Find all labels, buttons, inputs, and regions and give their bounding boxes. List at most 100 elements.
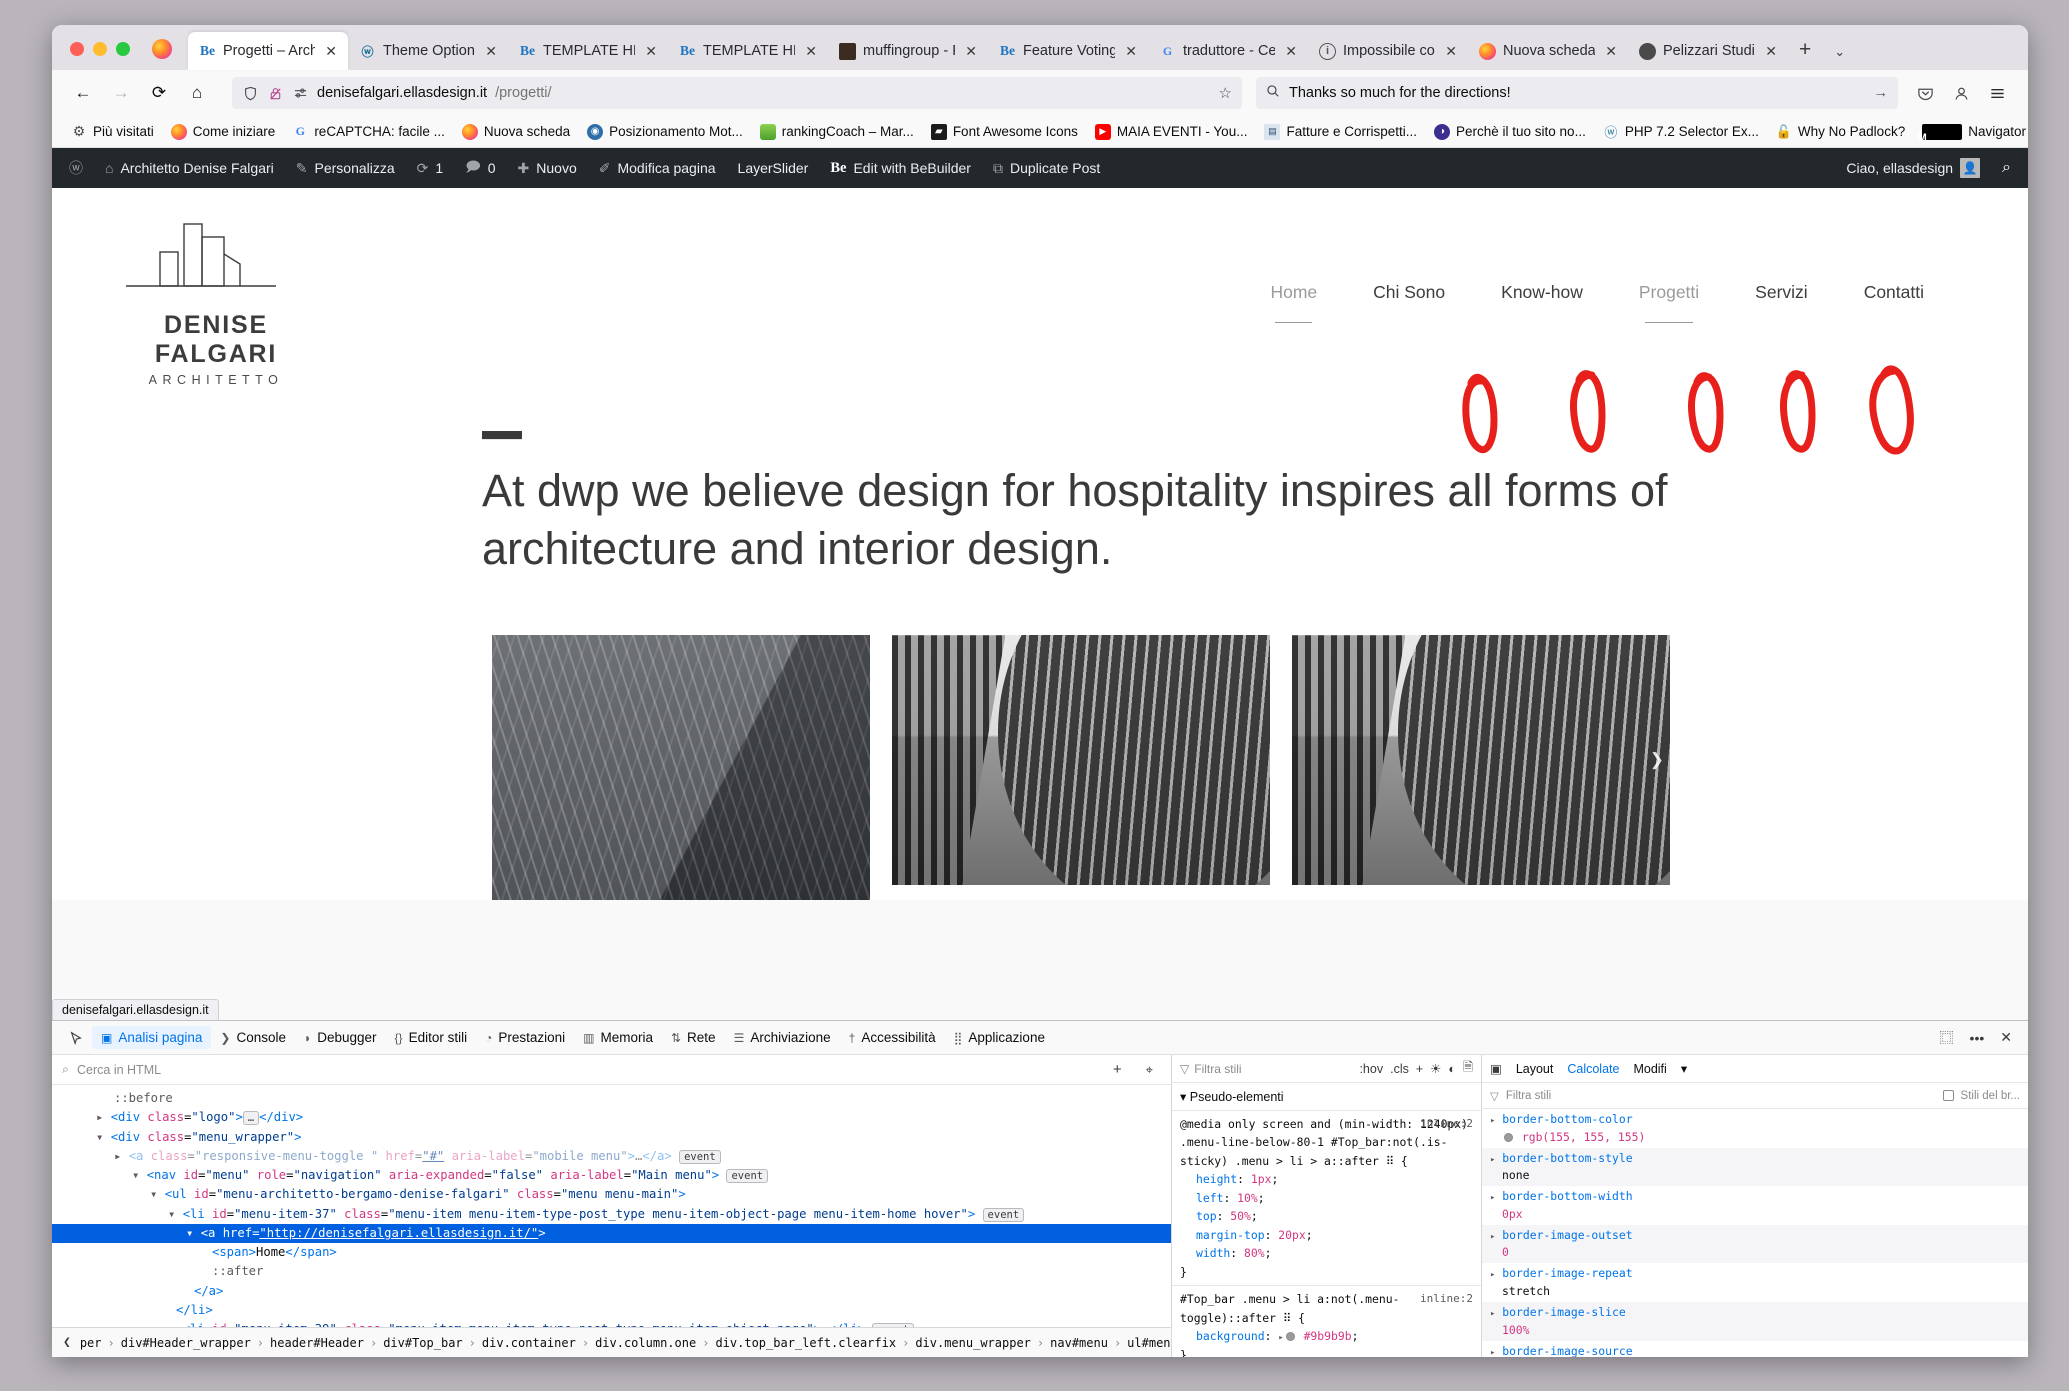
tree-line[interactable]: ▸ <div class="logo">… </div> <box>52 1108 1171 1127</box>
bookmark-item[interactable]: M Navigator <box>1915 121 2028 144</box>
tab-6[interactable]: G traduttore - Cerca co ✕ <box>1148 32 1308 70</box>
devtools-tab-network[interactable]: ⇅ Rete <box>662 1026 725 1049</box>
maximize-window-button[interactable] <box>116 42 130 56</box>
css-rule-block[interactable]: inline:2 #Top_bar .menu > li a:not(.menu… <box>1172 1286 1481 1357</box>
window-controls[interactable] <box>62 42 144 70</box>
bookmark-item[interactable]: ⓦ PHP 7.2 Selector Ex... <box>1596 121 1766 143</box>
close-tab-icon[interactable]: ✕ <box>1762 43 1780 60</box>
breadcrumb-item[interactable]: div.container <box>482 1336 576 1350</box>
nav-item-know-how[interactable]: Know-how <box>1501 282 1583 331</box>
tree-line[interactable]: ▸ <li id="menu-item-39" class="menu-item… <box>52 1320 1171 1327</box>
breadcrumb-item[interactable]: div#Header_wrapper <box>121 1336 251 1350</box>
devtools-tab-memory[interactable]: ▥ Memoria <box>574 1026 662 1049</box>
back-button[interactable]: ← <box>66 77 100 109</box>
breadcrumb-item[interactable]: header#Header <box>270 1336 364 1350</box>
nav-item-servizi[interactable]: Servizi <box>1755 282 1808 331</box>
css-val[interactable]: 1px <box>1251 1172 1272 1186</box>
bookmark-item[interactable]: Come iniziare <box>164 121 283 143</box>
wp-edit-bebuilder[interactable]: Be Edit with BeBuilder <box>819 148 982 188</box>
html-search-input[interactable]: Cerca in HTML <box>77 1063 1097 1077</box>
css-val[interactable]: 50% <box>1230 1209 1251 1223</box>
wp-updates[interactable]: ⟳ 1 <box>406 148 455 188</box>
bookmark-item[interactable]: ◑ Perchè il tuo sito no... <box>1427 121 1593 143</box>
wp-search-button[interactable]: ⌕ <box>1991 148 2022 188</box>
breadcrumb-scroll-left-icon[interactable]: ❮ <box>60 1335 74 1350</box>
wp-edit-page[interactable]: ✐ Modifica pagina <box>588 148 727 188</box>
close-tab-icon[interactable]: ✕ <box>322 43 340 60</box>
bookmark-item[interactable]: ▰ Font Awesome Icons <box>924 121 1085 143</box>
computed-filter-input[interactable]: Filtra stili <box>1506 1090 1936 1102</box>
nav-item-chi-sono[interactable]: Chi Sono <box>1373 282 1445 331</box>
css-prop[interactable]: left <box>1180 1191 1223 1205</box>
page-actions-icon[interactable] <box>292 85 309 102</box>
breadcrumb-item[interactable]: div.column.one <box>595 1336 696 1350</box>
expand-icon[interactable]: ▸ <box>1278 1333 1283 1343</box>
tab-9[interactable]: Pelizzari Studio – Inte ✕ <box>1628 32 1788 70</box>
hover-states-button[interactable]: :hov <box>1359 1062 1383 1076</box>
bookmark-item[interactable]: ⚙ Più visitati <box>64 121 161 143</box>
breadcrumb-item[interactable]: div#Top_bar <box>383 1336 462 1350</box>
close-tab-icon[interactable]: ✕ <box>1282 43 1300 60</box>
css-rule-block[interactable]: inline:2 @media only screen and (min-wid… <box>1172 1111 1481 1287</box>
rule-source[interactable]: inline:2 <box>1420 1115 1473 1133</box>
light-mode-icon[interactable]: ☀ <box>1430 1061 1441 1076</box>
tab-4[interactable]: muffingroup - Portfo ✕ <box>828 32 988 70</box>
css-val[interactable]: 20px <box>1278 1228 1305 1242</box>
css-prop[interactable]: margin-top <box>1180 1228 1265 1242</box>
shield-icon[interactable] <box>242 85 259 102</box>
breadcrumb[interactable]: ❮ per › div#Header_wrapper › header#Header… <box>52 1327 1171 1357</box>
computed-property[interactable]: ▸ border-image-slice 100% <box>1482 1302 2028 1341</box>
close-tab-icon[interactable]: ✕ <box>482 43 500 60</box>
search-go-icon[interactable]: → <box>1874 85 1889 101</box>
pocket-icon[interactable] <box>1908 77 1942 109</box>
list-all-tabs-icon[interactable]: ⌄ <box>1822 44 1857 70</box>
tab-layout[interactable]: Layout <box>1516 1062 1554 1076</box>
wp-customize[interactable]: ✎ Personalizza <box>285 148 406 188</box>
color-swatch[interactable] <box>1285 1332 1295 1342</box>
devtools-tab-debugger[interactable]: ◗ Debugger <box>295 1026 386 1049</box>
devtools-tab-accessibility[interactable]: † Accessibilità <box>840 1026 945 1049</box>
tree-line[interactable]: </li> <box>52 1301 1171 1320</box>
add-rule-button[interactable]: + <box>1416 1062 1423 1076</box>
bookmark-item[interactable]: rankingCoach – Mar... <box>753 121 921 143</box>
star-icon[interactable]: ☆ <box>1219 84 1232 102</box>
tree-line[interactable]: ::before <box>52 1089 1171 1108</box>
computed-property[interactable]: ▸ border-bottom-width 0px <box>1482 1186 2028 1225</box>
breadcrumb-item[interactable]: div.top_bar_left.clearfix <box>715 1336 896 1350</box>
tree-line[interactable]: </a> <box>52 1282 1171 1301</box>
computed-properties-list[interactable]: ▸ border-bottom-color rgb(155, 155, 155)… <box>1482 1109 2028 1357</box>
close-tab-icon[interactable]: ✕ <box>802 43 820 60</box>
site-logo[interactable]: DENISE FALGARI ARCHITETTO <box>116 214 316 387</box>
computed-property[interactable]: ▸ border-image-outset 0 <box>1482 1224 2028 1264</box>
devtools-tab-console[interactable]: ❯ Console <box>211 1026 295 1049</box>
pseudo-elements-header[interactable]: ▾ Pseudo-elementi <box>1172 1083 1481 1111</box>
bookmark-item[interactable]: 🔓 Why No Padlock? <box>1769 121 1912 143</box>
rule-source[interactable]: inline:2 <box>1420 1290 1473 1308</box>
css-prop[interactable]: background <box>1180 1329 1265 1343</box>
tree-line[interactable]: ▸ <a class="responsive-menu-toggle " hre… <box>52 1147 1171 1166</box>
tree-line[interactable]: ▾ <div class="menu_wrapper"> <box>52 1128 1171 1147</box>
devtools-tab-storage[interactable]: ☰ Archiviazione <box>725 1026 840 1049</box>
reload-button[interactable]: ⟳ <box>142 77 176 109</box>
wp-new[interactable]: ✚ Nuovo <box>507 148 588 188</box>
computed-property[interactable]: ▸ border-image-repeat stretch <box>1482 1263 2028 1302</box>
tab-0[interactable]: Be Progetti – Architetto ✕ <box>188 32 348 70</box>
css-prop[interactable]: height <box>1180 1172 1237 1186</box>
css-val[interactable]: #9b9b9b <box>1304 1329 1352 1343</box>
computed-property[interactable]: ▸ border-bottom-style none <box>1482 1147 2028 1187</box>
tree-line-selected[interactable]: ▾ <a href="http://denisefalgari.ellasdes… <box>52 1223 1171 1244</box>
close-devtools-icon[interactable]: ✕ <box>1992 1026 2020 1049</box>
new-tab-button[interactable]: + <box>1788 38 1822 70</box>
breadcrumb-item[interactable]: div.menu_wrapper <box>915 1336 1031 1350</box>
forward-button[interactable]: → <box>104 77 138 109</box>
gallery-image-2[interactable] <box>892 635 1270 886</box>
close-tab-icon[interactable]: ✕ <box>962 43 980 60</box>
menu-icon[interactable] <box>1980 77 2014 109</box>
breadcrumb-item[interactable]: ul#menu-architetto-bergamo-denise-falgar… <box>1127 1336 1171 1350</box>
bookmark-item[interactable]: Nuova scheda <box>455 121 577 143</box>
breadcrumb-item[interactable]: nav#menu <box>1050 1336 1108 1350</box>
nav-item-contatti[interactable]: Contatti <box>1864 282 1924 331</box>
meatball-menu-icon[interactable]: ••• <box>1962 1027 1993 1049</box>
home-button[interactable]: ⌂ <box>180 77 214 109</box>
css-val[interactable]: 80% <box>1244 1246 1265 1260</box>
